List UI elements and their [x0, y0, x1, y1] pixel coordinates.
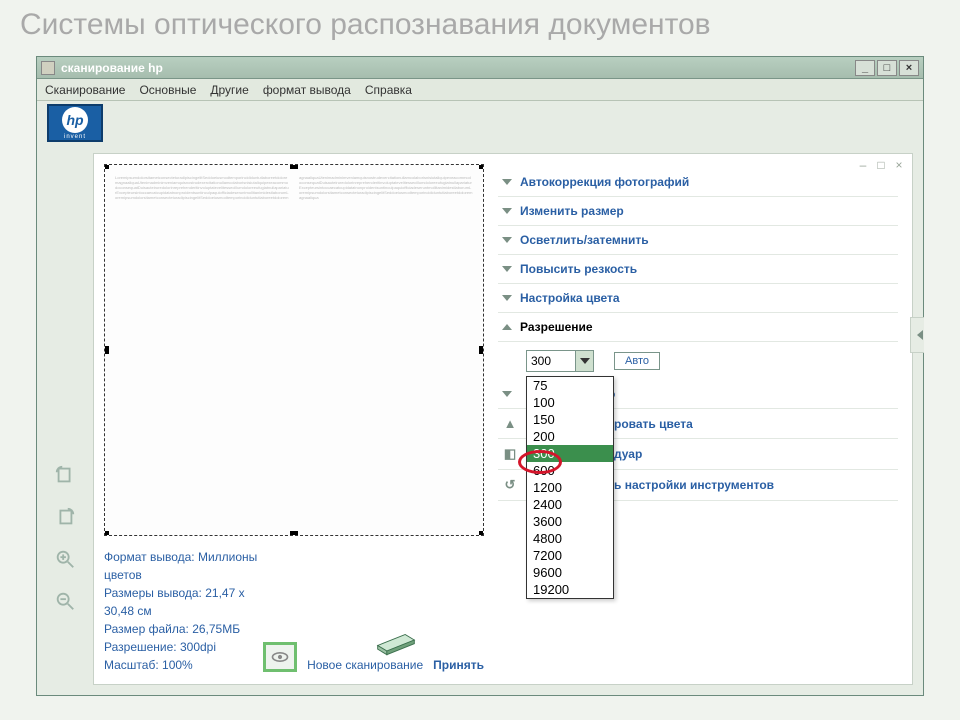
section-resize[interactable]: Изменить размер — [498, 197, 898, 226]
reset-icon: ↺ — [502, 477, 518, 493]
app-window: сканирование hp _ □ × Сканирование Основ… — [36, 56, 924, 696]
filesize-value: 26,75МБ — [192, 622, 240, 636]
crop-handle[interactable] — [104, 164, 109, 169]
menu-scan[interactable]: Сканирование — [45, 83, 125, 97]
menu-other[interactable]: Другие — [210, 83, 248, 97]
output-info: Формат вывода: Миллионы цветов Размеры в… — [104, 548, 263, 674]
hp-logo-sub: invent — [64, 134, 86, 140]
client-area: – □ × Loremipsumdolorsitametconsectetura… — [37, 145, 923, 695]
resolution-option[interactable]: 19200 — [527, 581, 613, 598]
chevron-left-icon — [912, 330, 923, 340]
crop-handle[interactable] — [479, 164, 484, 169]
section-autocorrect[interactable]: Автокоррекция фотографий — [498, 168, 898, 197]
section-label: Изменить размер — [520, 204, 624, 218]
resolution-option[interactable]: 4800 — [527, 530, 613, 547]
accept-link[interactable]: Принять — [433, 658, 484, 672]
section-label: ь настройки инструментов — [614, 478, 774, 492]
section-label: ровать цвета — [614, 417, 693, 431]
section-label: Повысить резкость — [520, 262, 637, 276]
menu-help[interactable]: Справка — [365, 83, 412, 97]
chevron-up-icon — [502, 324, 512, 330]
resolution-option[interactable]: 600 — [527, 462, 613, 479]
scanner-icon — [373, 622, 419, 658]
left-column: Loremipsumdolorsitametconsecteturadipisc… — [104, 164, 484, 674]
resolution-body: Авто 75100150200300600120024003600480072… — [498, 342, 898, 380]
menu-basic[interactable]: Основные — [139, 83, 196, 97]
hp-logo: hp invent — [47, 104, 103, 142]
section-label: Осветлить/затемнить — [520, 233, 649, 247]
close-button[interactable]: × — [899, 60, 919, 76]
resolution-value: 300dpi — [180, 640, 216, 654]
resolution-dropdown-list[interactable]: 7510015020030060012002400360048007200960… — [526, 376, 614, 599]
preview-eye-button[interactable] — [263, 642, 297, 672]
zoom-in-icon[interactable] — [51, 545, 79, 573]
section-label: Автокоррекция фотографий — [520, 175, 689, 189]
resolution-option[interactable]: 100 — [527, 394, 613, 411]
section-resolution[interactable]: Разрешение — [498, 313, 898, 342]
scale-value: 100% — [162, 658, 193, 672]
resolution-option[interactable]: 9600 — [527, 564, 613, 581]
resolution-option[interactable]: 3600 — [527, 513, 613, 530]
resolution-combo[interactable] — [526, 350, 594, 372]
side-collapse-handle[interactable] — [910, 317, 924, 353]
format-label: Формат вывода: — [104, 550, 195, 564]
chevron-down-icon — [502, 179, 512, 185]
menu-output[interactable]: формат вывода — [263, 83, 351, 97]
section-lighten[interactable]: Осветлить/затемнить — [498, 226, 898, 255]
resolution-option[interactable]: 300 — [527, 445, 613, 462]
window-title: сканирование hp — [61, 61, 855, 75]
chevron-down-icon — [502, 295, 512, 301]
crop-handle[interactable] — [479, 346, 484, 354]
titlebar: сканирование hp _ □ × — [37, 57, 923, 79]
window-icon — [41, 61, 55, 75]
resolution-option[interactable]: 7200 — [527, 547, 613, 564]
section-color[interactable]: Настройка цвета — [498, 284, 898, 313]
slide-title: Системы оптического распознавания докуме… — [0, 0, 960, 52]
chevron-down-icon — [502, 208, 512, 214]
mirror-icon: ▲ — [502, 416, 518, 431]
auto-button[interactable]: Авто — [614, 352, 660, 370]
dims-label: Размеры вывода: — [104, 586, 202, 600]
resolution-option[interactable]: 150 — [527, 411, 613, 428]
crop-handle[interactable] — [104, 346, 109, 354]
section-label: дуар — [614, 447, 642, 461]
crop-handle[interactable] — [479, 531, 484, 536]
left-toolstrip — [47, 153, 83, 685]
section-label: Разрешение — [520, 320, 593, 334]
bw-icon: ◧ — [502, 446, 518, 462]
brandbar: hp invent — [37, 101, 923, 145]
resolution-option[interactable]: 1200 — [527, 479, 613, 496]
new-scan-link[interactable]: Новое сканирование — [307, 658, 423, 672]
section-sharpen[interactable]: Повысить резкость — [498, 255, 898, 284]
chevron-down-icon — [502, 391, 512, 397]
zoom-out-icon[interactable] — [51, 587, 79, 615]
crop-handle[interactable] — [104, 531, 109, 536]
scan-preview[interactable]: Loremipsumdolorsitametconsecteturadipisc… — [104, 164, 484, 536]
scale-label: Масштаб: — [104, 658, 159, 672]
rotate-right-icon[interactable] — [51, 503, 79, 531]
rotate-left-icon[interactable] — [51, 461, 79, 489]
filesize-label: Размер файла: — [104, 622, 189, 636]
menubar: Сканирование Основные Другие формат выво… — [37, 79, 923, 101]
crop-handle[interactable] — [290, 531, 298, 536]
hp-logo-mark: hp — [62, 107, 88, 133]
minimize-button[interactable]: _ — [855, 60, 875, 76]
resolution-label: Разрешение: — [104, 640, 177, 654]
chevron-down-icon — [580, 358, 590, 364]
preview-placeholder-text: Loremipsumdolorsitametconsecteturadipisc… — [115, 175, 473, 525]
resolution-option[interactable]: 2400 — [527, 496, 613, 513]
chevron-down-icon — [502, 237, 512, 243]
chevron-down-icon — [502, 266, 512, 272]
info-row: Формат вывода: Миллионы цветов Размеры в… — [104, 536, 484, 674]
resolution-dropdown-button[interactable] — [575, 351, 593, 371]
settings-column: Автокоррекция фотографий Изменить размер… — [494, 164, 902, 674]
resolution-option[interactable]: 75 — [527, 377, 613, 394]
section-label: Настройка цвета — [520, 291, 620, 305]
maximize-button[interactable]: □ — [877, 60, 897, 76]
resolution-option[interactable]: 200 — [527, 428, 613, 445]
resolution-input[interactable] — [527, 351, 575, 371]
main-panel: – □ × Loremipsumdolorsitametconsectetura… — [93, 153, 913, 685]
preview-actions: Новое сканирование Принять — [263, 622, 484, 674]
crop-handle[interactable] — [290, 164, 298, 169]
